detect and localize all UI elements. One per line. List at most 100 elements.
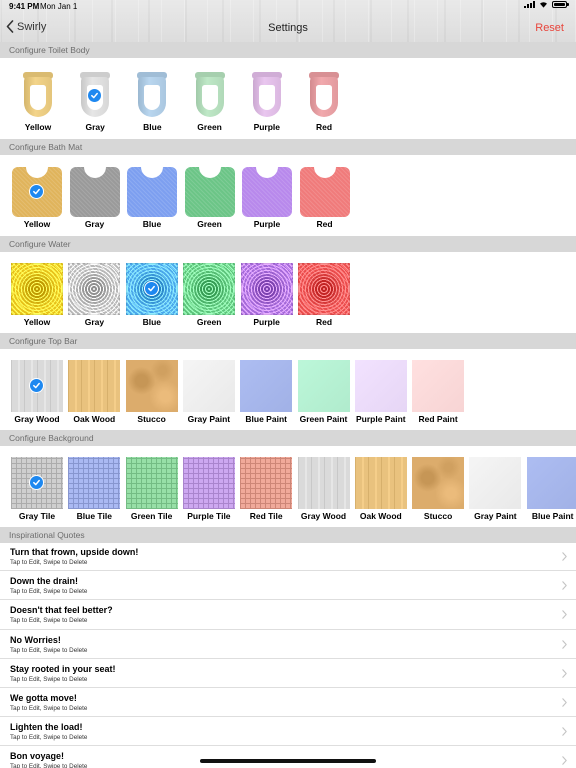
background-options-row: Gray Tile Blue Tile Green Tile Purple Tile R… — [0, 446, 576, 527]
quote-row[interactable]: Down the drain! Tap to Edit, Swipe to Del… — [0, 571, 576, 601]
section-header-water: Configure Water — [0, 236, 576, 252]
quote-row[interactable]: We gotta move! Tap to Edit, Swipe to Dele… — [0, 688, 576, 718]
background-option-stucco[interactable]: Stucco — [412, 457, 465, 521]
water-option-red[interactable]: Red — [298, 263, 350, 327]
background-option-gray-tile[interactable]: Gray Tile — [11, 457, 63, 521]
bath-mat-icon — [299, 167, 350, 217]
toilet-option-red[interactable]: Red — [307, 72, 341, 132]
topbar-option-stucco[interactable]: Stucco — [125, 360, 178, 424]
quote-title: We gotta move! — [10, 692, 77, 703]
background-option-blue-tile[interactable]: Blue Tile — [68, 457, 121, 521]
selected-check-icon — [29, 378, 44, 393]
background-option-red-tile[interactable]: Red Tile — [240, 457, 293, 521]
section-header-topbar: Configure Top Bar — [0, 333, 576, 349]
quote-row[interactable]: Doesn't that feel better? Tap to Edit, Sw… — [0, 600, 576, 630]
quote-hint: Tap to Edit, Swipe to Delete — [10, 734, 88, 742]
background-option-gray-wood[interactable]: Gray Wood — [297, 457, 350, 521]
toilet-option-green[interactable]: Green — [193, 72, 227, 132]
status-date: Mon Jan 1 — [40, 2, 78, 11]
toilet-icon — [193, 72, 227, 118]
chevron-right-icon — [562, 639, 567, 649]
wifi-icon — [540, 2, 547, 8]
option-label: Purple — [253, 122, 281, 132]
reset-button[interactable]: Reset — [535, 22, 564, 34]
quote-title: Turn that frown, upside down! — [10, 547, 139, 557]
topbar-option-gray-paint[interactable]: Gray Paint — [182, 360, 235, 424]
section-header-background: Configure Background — [0, 430, 576, 446]
toilet-option-yellow[interactable]: Yellow — [21, 72, 55, 132]
mat-option-blue[interactable]: Blue — [127, 167, 177, 229]
water-option-purple[interactable]: Purple — [240, 263, 293, 327]
topbar-option-blue-paint[interactable]: Blue Paint — [240, 360, 293, 424]
mat-option-yellow[interactable]: Yellow — [12, 167, 62, 229]
status-time: 9:41 PM — [9, 2, 40, 11]
texture-swatch — [182, 360, 235, 412]
water-option-green[interactable]: Green — [183, 263, 236, 327]
chevron-right-icon — [562, 669, 567, 678]
topbar-option-oak-wood[interactable]: Oak Wood — [68, 360, 121, 424]
option-label: Green — [197, 122, 222, 132]
mat-option-gray[interactable]: Gray — [69, 167, 120, 229]
background-option-blue-paint[interactable]: Blue Paint — [526, 457, 576, 521]
texture-swatch — [526, 457, 576, 509]
water-option-blue[interactable]: Blue — [125, 263, 178, 327]
quote-title: Stay rooted in your seat! — [10, 663, 116, 674]
option-label: Red — [315, 317, 333, 327]
quote-row[interactable]: Turn that frown, upside down! Tap to Edit… — [0, 542, 576, 572]
quote-hint: Tap to Edit, Swipe to Delete — [10, 763, 88, 768]
quote-row[interactable]: No Worries! Tap to Edit, Swipe to Delete — [0, 630, 576, 659]
page-title: Settings — [268, 22, 308, 34]
mat-option-purple[interactable]: Purple — [242, 167, 292, 229]
toilet-option-blue[interactable]: Blue — [135, 72, 169, 132]
selected-check-icon — [143, 281, 159, 296]
texture-swatch — [354, 360, 407, 412]
water-option-yellow[interactable]: Yellow — [11, 263, 63, 327]
topbar-option-red-paint[interactable]: Red Paint — [412, 360, 465, 424]
quote-row[interactable]: Stay rooted in your seat! Tap to Edit, Sw… — [0, 659, 576, 688]
chevron-right-icon — [562, 552, 567, 561]
mat-option-green[interactable]: Green — [184, 167, 235, 229]
toilet-options-row: Yellow Gray Blue Green Purple Red — [0, 58, 576, 139]
quote-title: No Worries! — [10, 634, 61, 645]
battery-icon — [552, 1, 569, 8]
section-header-toilet: Configure Toilet Body — [0, 42, 576, 58]
bath-mat-icon — [69, 167, 120, 217]
water-swatch — [68, 263, 121, 315]
topbar-option-green-paint[interactable]: Green Paint — [297, 360, 350, 424]
mat-option-red[interactable]: Red — [299, 167, 350, 229]
water-swatch — [11, 263, 63, 315]
option-label: Yellow — [24, 122, 52, 132]
toilet-option-gray[interactable]: Gray — [78, 72, 112, 132]
signal-icon — [524, 1, 535, 8]
option-label: Gray — [85, 122, 105, 132]
section-header-mat: Configure Bath Mat — [0, 139, 576, 155]
chevron-right-icon — [562, 698, 567, 707]
chevron-right-icon — [562, 581, 567, 590]
background-option-gray-paint[interactable]: Gray Paint — [469, 457, 522, 521]
water-option-gray[interactable]: Gray — [68, 263, 121, 327]
option-label: Red Paint — [418, 414, 458, 424]
toilet-option-purple[interactable]: Purple — [250, 72, 284, 132]
background-option-oak-wood[interactable]: Oak Wood — [354, 457, 407, 521]
quote-row[interactable]: Bon voyage! Tap to Edit, Swipe to Delete — [0, 746, 576, 768]
water-swatch — [298, 263, 350, 315]
texture-swatch — [240, 457, 293, 509]
bath-mat-icon — [184, 167, 235, 217]
topbar-option-purple-paint[interactable]: Purple Paint — [354, 360, 407, 424]
background-option-green-tile[interactable]: Green Tile — [125, 457, 178, 521]
topbar-options-row: Gray Wood Oak Wood Stucco Gray Paint Blue Pa… — [0, 349, 576, 430]
background-option-purple-tile[interactable]: Purple Tile — [182, 457, 235, 521]
water-swatch — [240, 263, 293, 315]
texture-swatch — [297, 457, 350, 509]
chevron-right-icon — [562, 756, 567, 766]
topbar-option-gray-wood[interactable]: Gray Wood — [11, 360, 63, 424]
quote-title: Down the drain! — [10, 576, 78, 587]
quote-title: Doesn't that feel better? — [10, 605, 113, 616]
bath-mat-icon — [127, 167, 177, 217]
navigation-bar: 9:41 PM Mon Jan 1 Swirly Settings Reset — [0, 0, 576, 44]
quote-title: Lighten the load! — [10, 722, 83, 733]
texture-swatch — [412, 457, 465, 509]
texture-swatch — [297, 360, 350, 412]
quote-hint: Tap to Edit, Swipe to Delete — [10, 588, 88, 596]
quote-row[interactable]: Lighten the load! Tap to Edit, Swipe to D… — [0, 717, 576, 747]
